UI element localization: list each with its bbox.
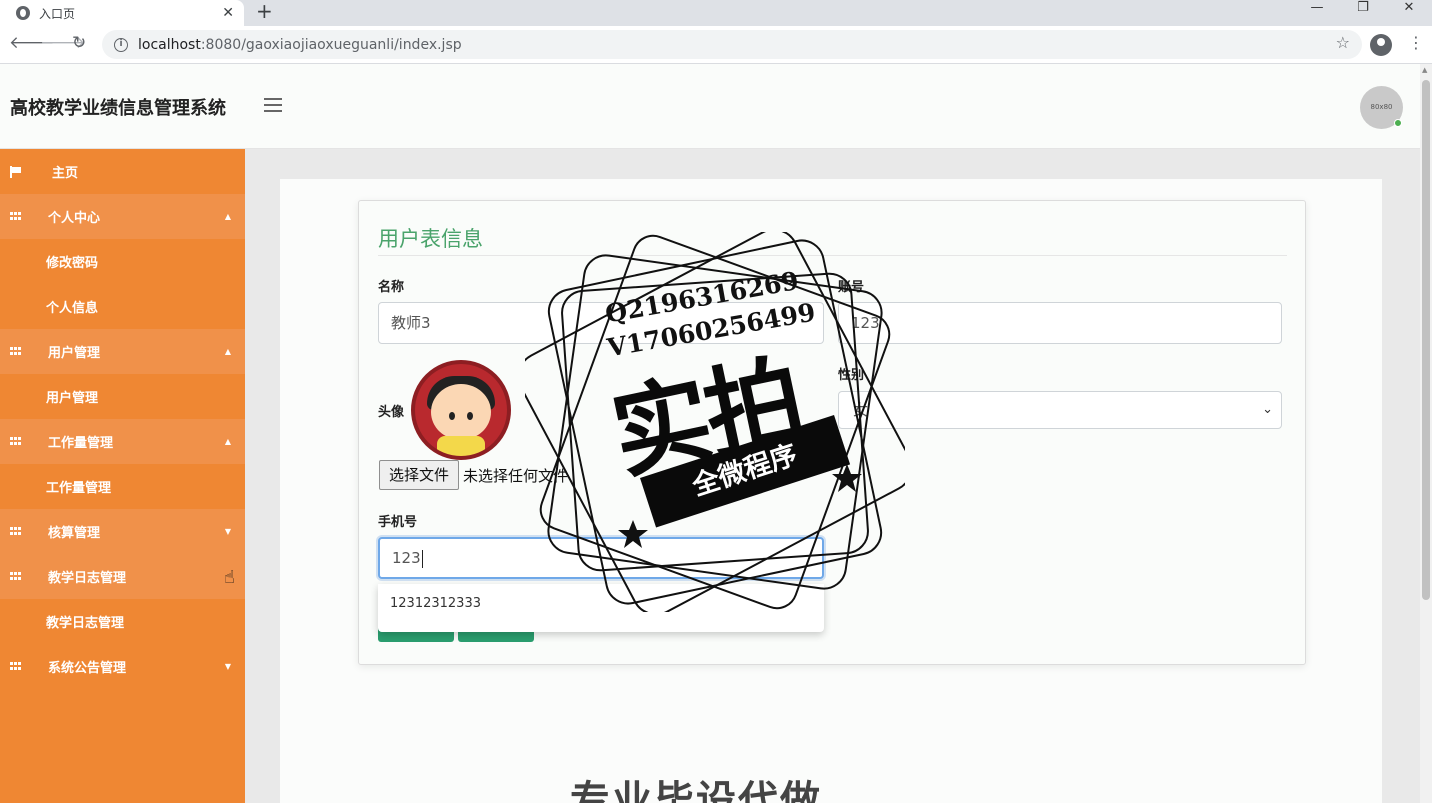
url-text[interactable]: localhost:8080/gaoxiaojiaoxueguanli/inde… bbox=[138, 37, 462, 53]
account-label: 账号 bbox=[838, 280, 865, 295]
gender-label: 性别 bbox=[838, 368, 865, 383]
form-title: 用户表信息 bbox=[378, 227, 483, 251]
avatar-label: 头像 bbox=[378, 405, 405, 420]
sidebar-item-change-password[interactable]: 修改密码 bbox=[0, 239, 245, 284]
caret-up-icon: ▲ bbox=[224, 437, 231, 446]
main-area: 用户表信息 名称 教师3 账号 123 头像 选择文件 未选择任何文件 性别 女… bbox=[245, 149, 1420, 803]
restore-button[interactable]: ❐ bbox=[1340, 0, 1386, 26]
reload-icon[interactable]: ↻ bbox=[72, 33, 86, 53]
sidebar-item-workload-management[interactable]: 工作量管理 ▲ bbox=[0, 419, 245, 464]
sidebar-item-user-management-sub[interactable]: 用户管理 bbox=[0, 374, 245, 419]
more-menu-icon[interactable]: ⋮ bbox=[1408, 33, 1424, 52]
sidebar-item-label: 工作量管理 bbox=[48, 436, 114, 451]
hand-cursor-icon: ☝ bbox=[224, 567, 235, 588]
sidebar-item-teaching-log-management-sub[interactable]: 教学日志管理 bbox=[0, 599, 245, 644]
browser-tab[interactable]: 入口页 ✕ bbox=[0, 0, 244, 26]
title-divider bbox=[378, 255, 1287, 256]
flag-icon bbox=[10, 165, 22, 178]
avatar-image bbox=[411, 360, 511, 460]
phone-label: 手机号 bbox=[378, 515, 418, 530]
sidebar-item-workload-management-sub[interactable]: 工作量管理 bbox=[0, 464, 245, 509]
choose-file-button[interactable]: 选择文件 bbox=[379, 460, 459, 490]
new-tab-icon[interactable]: + bbox=[256, 0, 273, 22]
sidebar: 主页 个人中心 ▲ 修改密码 个人信息 用户管理 ▲ 用户管理 工作量管理 ▲ … bbox=[0, 149, 245, 803]
bottom-watermark: 专业毕设代做 bbox=[570, 778, 822, 803]
app-header: 高校教学业绩信息管理系统 80x80 bbox=[0, 64, 1420, 149]
sidebar-item-label: 修改密码 bbox=[46, 256, 99, 271]
account-input[interactable]: 123 bbox=[838, 302, 1282, 344]
gender-select-value: 女 bbox=[853, 401, 869, 419]
sidebar-item-label: 工作量管理 bbox=[46, 481, 112, 496]
scrollbar-thumb[interactable] bbox=[1422, 80, 1430, 600]
sidebar-item-label: 用户管理 bbox=[46, 391, 99, 406]
sidebar-item-personal-info[interactable]: 个人信息 bbox=[0, 284, 245, 329]
name-label: 名称 bbox=[378, 280, 405, 295]
grid-icon bbox=[10, 346, 22, 357]
sidebar-item-label: 系统公告管理 bbox=[48, 661, 127, 676]
info-icon[interactable]: i bbox=[114, 37, 128, 52]
sidebar-item-label: 主页 bbox=[52, 166, 79, 181]
sidebar-item-user-management[interactable]: 用户管理 ▲ bbox=[0, 329, 245, 374]
browser-toolbar: 🡐 🡒 ↻ i localhost:8080/gaoxiaojiaoxuegua… bbox=[0, 26, 1432, 64]
address-bar[interactable]: i localhost:8080/gaoxiaojiaoxueguanli/in… bbox=[102, 30, 1362, 59]
sidebar-item-personal-center[interactable]: 个人中心 ▲ bbox=[0, 194, 245, 239]
globe-icon bbox=[16, 6, 30, 20]
sidebar-item-announcement-management[interactable]: 系统公告管理 ▼ bbox=[0, 644, 245, 689]
sidebar-item-label: 用户管理 bbox=[48, 346, 101, 361]
online-status-dot bbox=[1394, 119, 1402, 127]
sidebar-item-label: 个人信息 bbox=[46, 301, 99, 316]
sidebar-item-teaching-log-management[interactable]: 教学日志管理 bbox=[0, 554, 245, 599]
caret-up-icon: ▲ bbox=[224, 212, 231, 221]
bookmark-star-icon[interactable]: ☆ bbox=[1336, 33, 1350, 52]
gender-select[interactable]: 女 ⌄ bbox=[838, 391, 1282, 429]
caret-down-icon: ▼ bbox=[224, 527, 231, 536]
sidebar-item-label: 教学日志管理 bbox=[46, 616, 125, 631]
sidebar-item-label: 核算管理 bbox=[48, 526, 101, 541]
app-title: 高校教学业绩信息管理系统 bbox=[10, 98, 226, 119]
browser-tabbar: 入口页 ✕ + — ❐ ✕ bbox=[0, 0, 1432, 26]
caret-down-icon: ▼ bbox=[224, 662, 231, 671]
grid-icon bbox=[10, 436, 22, 447]
text-caret bbox=[421, 549, 423, 568]
phone-input-value: 123 bbox=[392, 549, 421, 567]
profile-icon[interactable] bbox=[1370, 34, 1392, 56]
chevron-down-icon: ⌄ bbox=[1262, 402, 1273, 417]
window-controls: — ❐ ✕ bbox=[1294, 0, 1432, 26]
phone-input[interactable]: 123 bbox=[378, 537, 824, 579]
tab-title: 入口页 bbox=[39, 6, 76, 21]
sidebar-item-label: 教学日志管理 bbox=[48, 571, 127, 586]
grid-icon bbox=[10, 661, 22, 672]
close-icon[interactable]: ✕ bbox=[222, 5, 234, 21]
sidebar-item-accounting-management[interactable]: 核算管理 ▼ bbox=[0, 509, 245, 554]
url-host: localhost bbox=[138, 36, 201, 53]
sidebar-item-label: 个人中心 bbox=[48, 211, 101, 226]
page-scrollbar[interactable]: ▲ bbox=[1420, 64, 1432, 803]
grid-icon bbox=[10, 526, 22, 537]
hamburger-menu-icon[interactable] bbox=[264, 98, 282, 112]
minimize-button[interactable]: — bbox=[1294, 0, 1340, 26]
caret-up-icon: ▲ bbox=[224, 347, 231, 356]
url-path: :8080/gaoxiaojiaoxueguanli/index.jsp bbox=[200, 36, 462, 53]
sidebar-item-home[interactable]: 主页 bbox=[0, 149, 245, 194]
scroll-up-icon[interactable]: ▲ bbox=[1422, 66, 1427, 74]
autocomplete-option[interactable]: 12312312333 bbox=[378, 584, 824, 632]
content-panel: 用户表信息 名称 教师3 账号 123 头像 选择文件 未选择任何文件 性别 女… bbox=[280, 179, 1382, 803]
grid-icon bbox=[10, 571, 22, 582]
close-window-button[interactable]: ✕ bbox=[1386, 0, 1432, 26]
file-status-text: 未选择任何文件 bbox=[463, 467, 569, 485]
grid-icon bbox=[10, 211, 22, 222]
